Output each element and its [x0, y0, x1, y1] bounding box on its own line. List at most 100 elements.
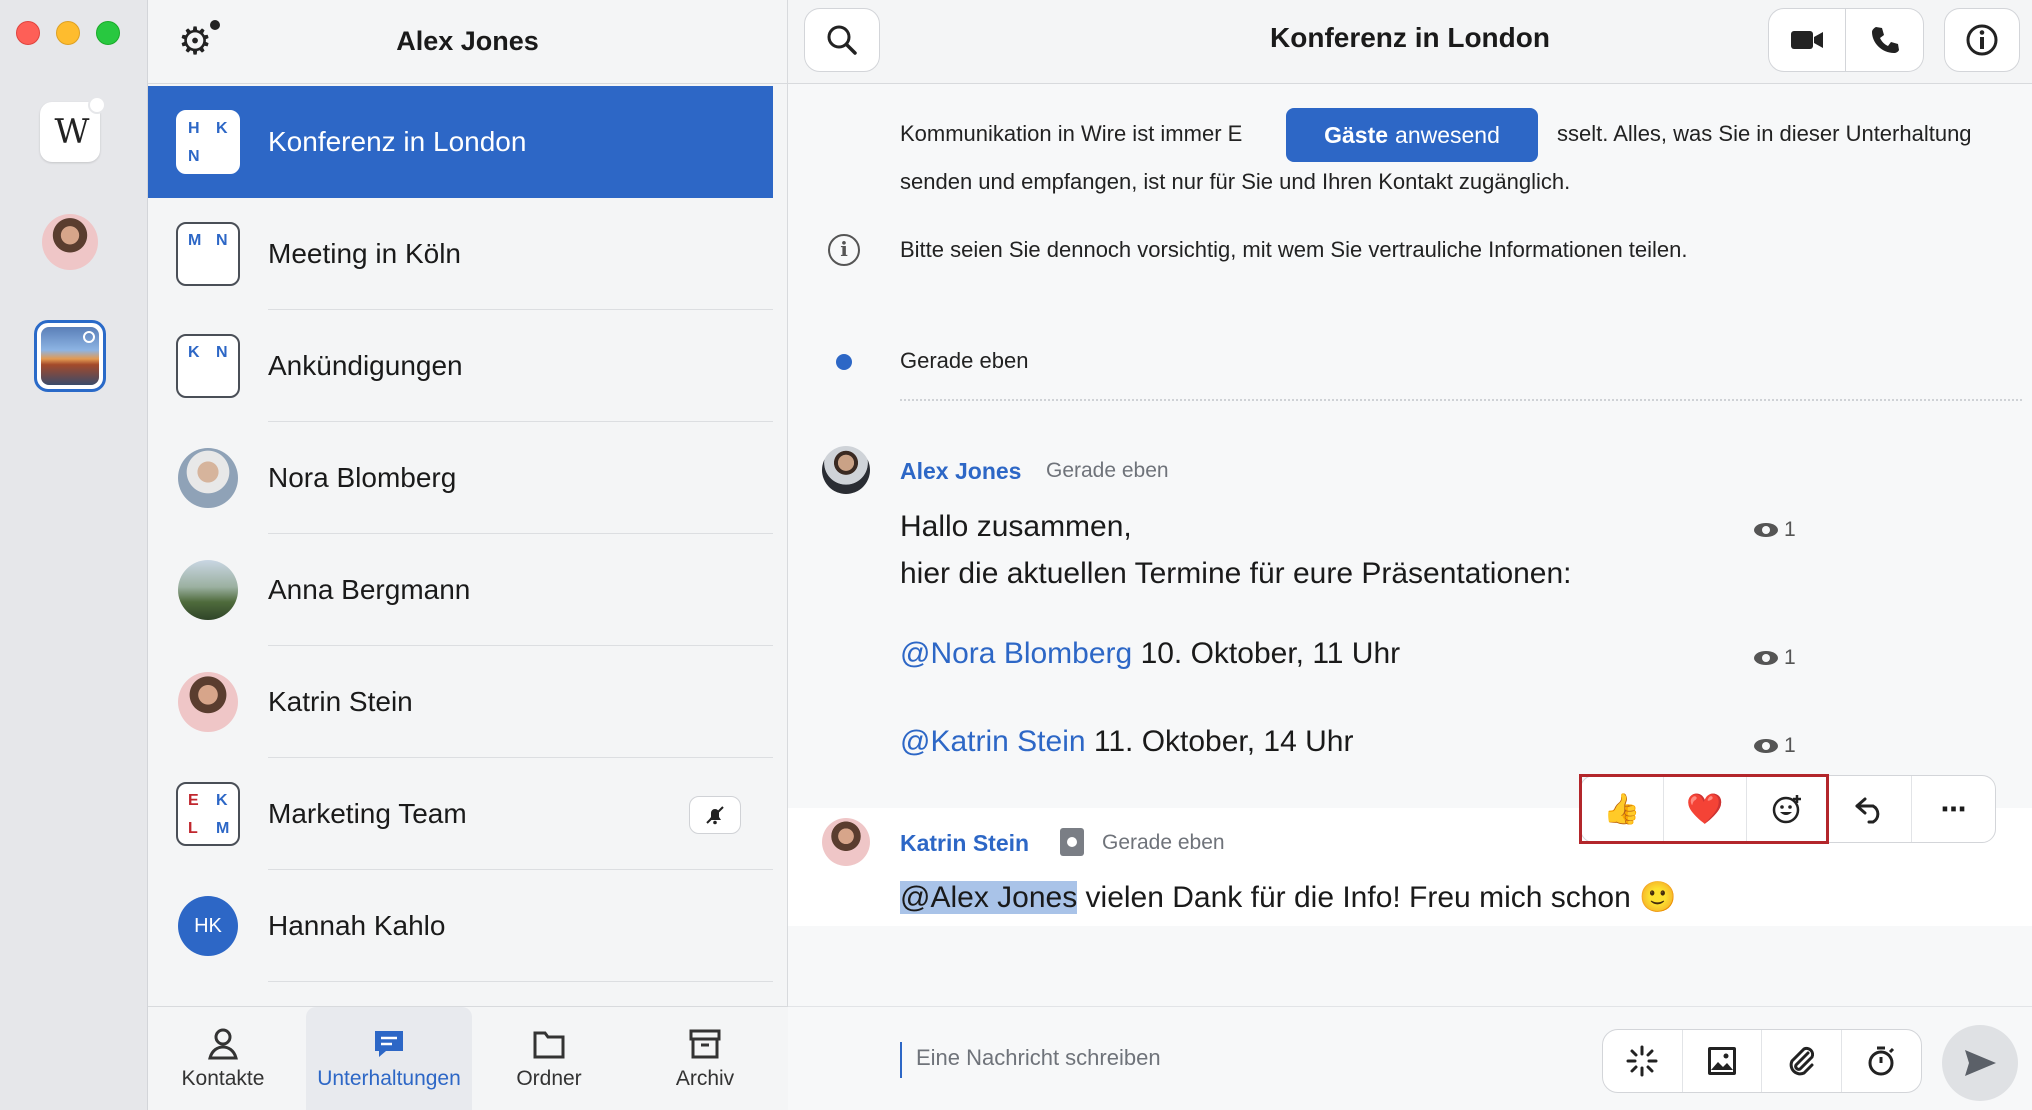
message-text: 11. Oktober, 14 Uhr — [1093, 725, 1354, 758]
conversation-list-panel: ⚙ Alex Jones H K N Konferenz in London M… — [148, 0, 788, 1110]
text-caret — [900, 1042, 902, 1078]
window-maximize-button[interactable] — [96, 21, 120, 45]
gear-icon: ⚙ — [178, 21, 213, 63]
new-message-dot — [836, 354, 852, 370]
conversation-item-konferenz-in-london[interactable]: H K N Konferenz in London — [148, 86, 773, 198]
settings-button[interactable]: ⚙ — [178, 18, 222, 64]
user-name-title: Alex Jones — [396, 26, 539, 56]
nav-conversations[interactable]: Unterhaltungen — [306, 1007, 472, 1110]
message-line: @Nora Blomberg 10. Oktober, 11 Uhr — [900, 637, 1400, 671]
encryption-notice-part1: Kommunikation in Wire ist immer E — [900, 121, 1243, 146]
bottom-navigation: Kontakte Unterhaltungen Ordner Archiv — [148, 1006, 788, 1110]
audio-call-button[interactable] — [1846, 8, 1924, 72]
sender-name[interactable]: Alex Jones — [900, 458, 1021, 485]
more-options-button[interactable]: ⋯ — [1912, 776, 1995, 842]
reply-button[interactable] — [1829, 776, 1913, 842]
conversation-item-marketing-team[interactable]: E K L M Marketing Team — [148, 758, 773, 870]
sender-name[interactable]: Katrin Stein — [900, 830, 1029, 857]
group-initial: M — [188, 232, 202, 249]
archive-icon — [689, 1029, 721, 1059]
message-composer: Eine Nachricht schreiben — [788, 1006, 2032, 1110]
group-initial: K — [216, 120, 228, 137]
guests-present-banner[interactable]: Gäste anwesend — [1286, 108, 1538, 162]
encryption-notice-line2: senden und empfangen, ist nur für Sie un… — [900, 169, 1571, 194]
settings-badge — [208, 18, 222, 32]
muted-bell-button[interactable] — [689, 796, 741, 834]
conversation-item-meeting-in-koeln[interactable]: M N Meeting in Köln — [148, 198, 773, 310]
team-account-avatar[interactable] — [34, 320, 106, 392]
avatar: HK — [178, 896, 238, 956]
encryption-notice-part2: sselt. Alles, was Sie in dieser Unterhal… — [1557, 121, 1972, 146]
window-minimize-button[interactable] — [56, 21, 80, 45]
nav-label: Ordner — [516, 1067, 582, 1090]
nav-contacts[interactable]: Kontakte — [148, 1007, 298, 1110]
conversation-item-ankuendigungen[interactable]: K N Ankündigungen — [148, 310, 773, 422]
avatar — [178, 448, 238, 508]
conversation-name: Konferenz in London — [268, 126, 527, 157]
conversation-item-katrin-stein[interactable]: Katrin Stein — [148, 646, 773, 758]
sender-avatar[interactable] — [822, 446, 870, 494]
message-text: 10. Oktober, 11 Uhr — [1140, 637, 1401, 670]
conversation-name: Anna Bergmann — [268, 574, 471, 605]
video-camera-icon — [1791, 31, 1823, 49]
conversation-name: Ankündigungen — [268, 350, 463, 381]
notification-dot — [88, 96, 106, 114]
message-text: hier die aktuellen Termine für eure Präs… — [900, 557, 1572, 590]
conversation-header: Konferenz in London — [788, 0, 2032, 84]
window-close-button[interactable] — [16, 21, 40, 45]
message-text: Hallo zusammen, — [900, 510, 1132, 543]
conversation-item-anna-bergmann[interactable]: Anna Bergmann — [148, 534, 773, 646]
conversation-name: Nora Blomberg — [268, 462, 457, 493]
phone-icon — [1871, 27, 1899, 53]
bell-off-icon — [706, 806, 724, 825]
conversation-name: Hannah Kahlo — [268, 910, 446, 941]
unread-divider — [900, 399, 2022, 401]
message-input[interactable]: Eine Nachricht schreiben — [916, 1045, 1161, 1071]
message-line: @Katrin Stein 11. Oktober, 14 Uhr — [900, 725, 1353, 759]
caution-notice: Bitte seien Sie dennoch vorsichtig, mit … — [900, 237, 1688, 262]
video-call-button[interactable] — [1768, 8, 1846, 72]
image-upload-button[interactable] — [1683, 1030, 1762, 1092]
nav-label: Unterhaltungen — [317, 1067, 461, 1090]
read-receipt: 1 — [1754, 518, 1796, 542]
mention-link[interactable]: @Katrin Stein — [900, 725, 1086, 758]
group-initial: N — [188, 148, 200, 165]
ping-button[interactable] — [1603, 1030, 1683, 1092]
nav-archive[interactable]: Archiv — [630, 1007, 780, 1110]
avatar — [178, 672, 238, 732]
nav-label: Kontakte — [181, 1067, 265, 1090]
attach-file-button[interactable] — [1762, 1030, 1842, 1092]
info-circle-icon: i — [828, 234, 860, 266]
read-receipt: 1 — [1754, 646, 1796, 670]
nav-folders[interactable]: Ordner — [474, 1007, 624, 1110]
conversation-item-hannah-kahlo[interactable]: HK Hannah Kahlo — [148, 870, 773, 982]
image-icon — [1707, 1047, 1736, 1075]
sender-avatar[interactable] — [822, 818, 870, 866]
send-button[interactable] — [1942, 1025, 2018, 1101]
eye-icon — [1754, 523, 1778, 537]
wire-logo-tile[interactable]: W — [40, 96, 106, 162]
group-initial: K — [216, 792, 228, 809]
conversation-item-nora-blomberg[interactable]: Nora Blomberg — [148, 422, 773, 534]
eye-icon — [1754, 651, 1778, 665]
mention-link[interactable]: @Alex Jones — [900, 881, 1078, 914]
group-avatar: K N — [176, 334, 240, 398]
nav-label: Archiv — [675, 1067, 735, 1090]
personal-account-avatar[interactable] — [42, 214, 98, 270]
avatar-initials: HK — [194, 914, 222, 937]
list-header: ⚙ Alex Jones — [148, 0, 787, 84]
wire-logo-icon: W — [54, 112, 90, 152]
group-initial: K — [188, 344, 200, 361]
timer-icon — [1868, 1046, 1895, 1076]
group-initial: N — [216, 344, 228, 361]
conversation-info-button[interactable] — [1944, 8, 2020, 72]
mention-link[interactable]: @Nora Blomberg — [900, 637, 1132, 670]
guest-badge-icon — [1060, 828, 1084, 856]
reply-icon — [1855, 797, 1880, 824]
message-line: @Alex Jones vielen Dank für die Info! Fr… — [900, 880, 1677, 915]
timed-message-button[interactable] — [1842, 1030, 1922, 1092]
folder-icon — [533, 1031, 565, 1059]
info-icon — [1966, 24, 1998, 56]
group-initial: L — [188, 820, 198, 837]
account-rail: W — [0, 0, 148, 1110]
